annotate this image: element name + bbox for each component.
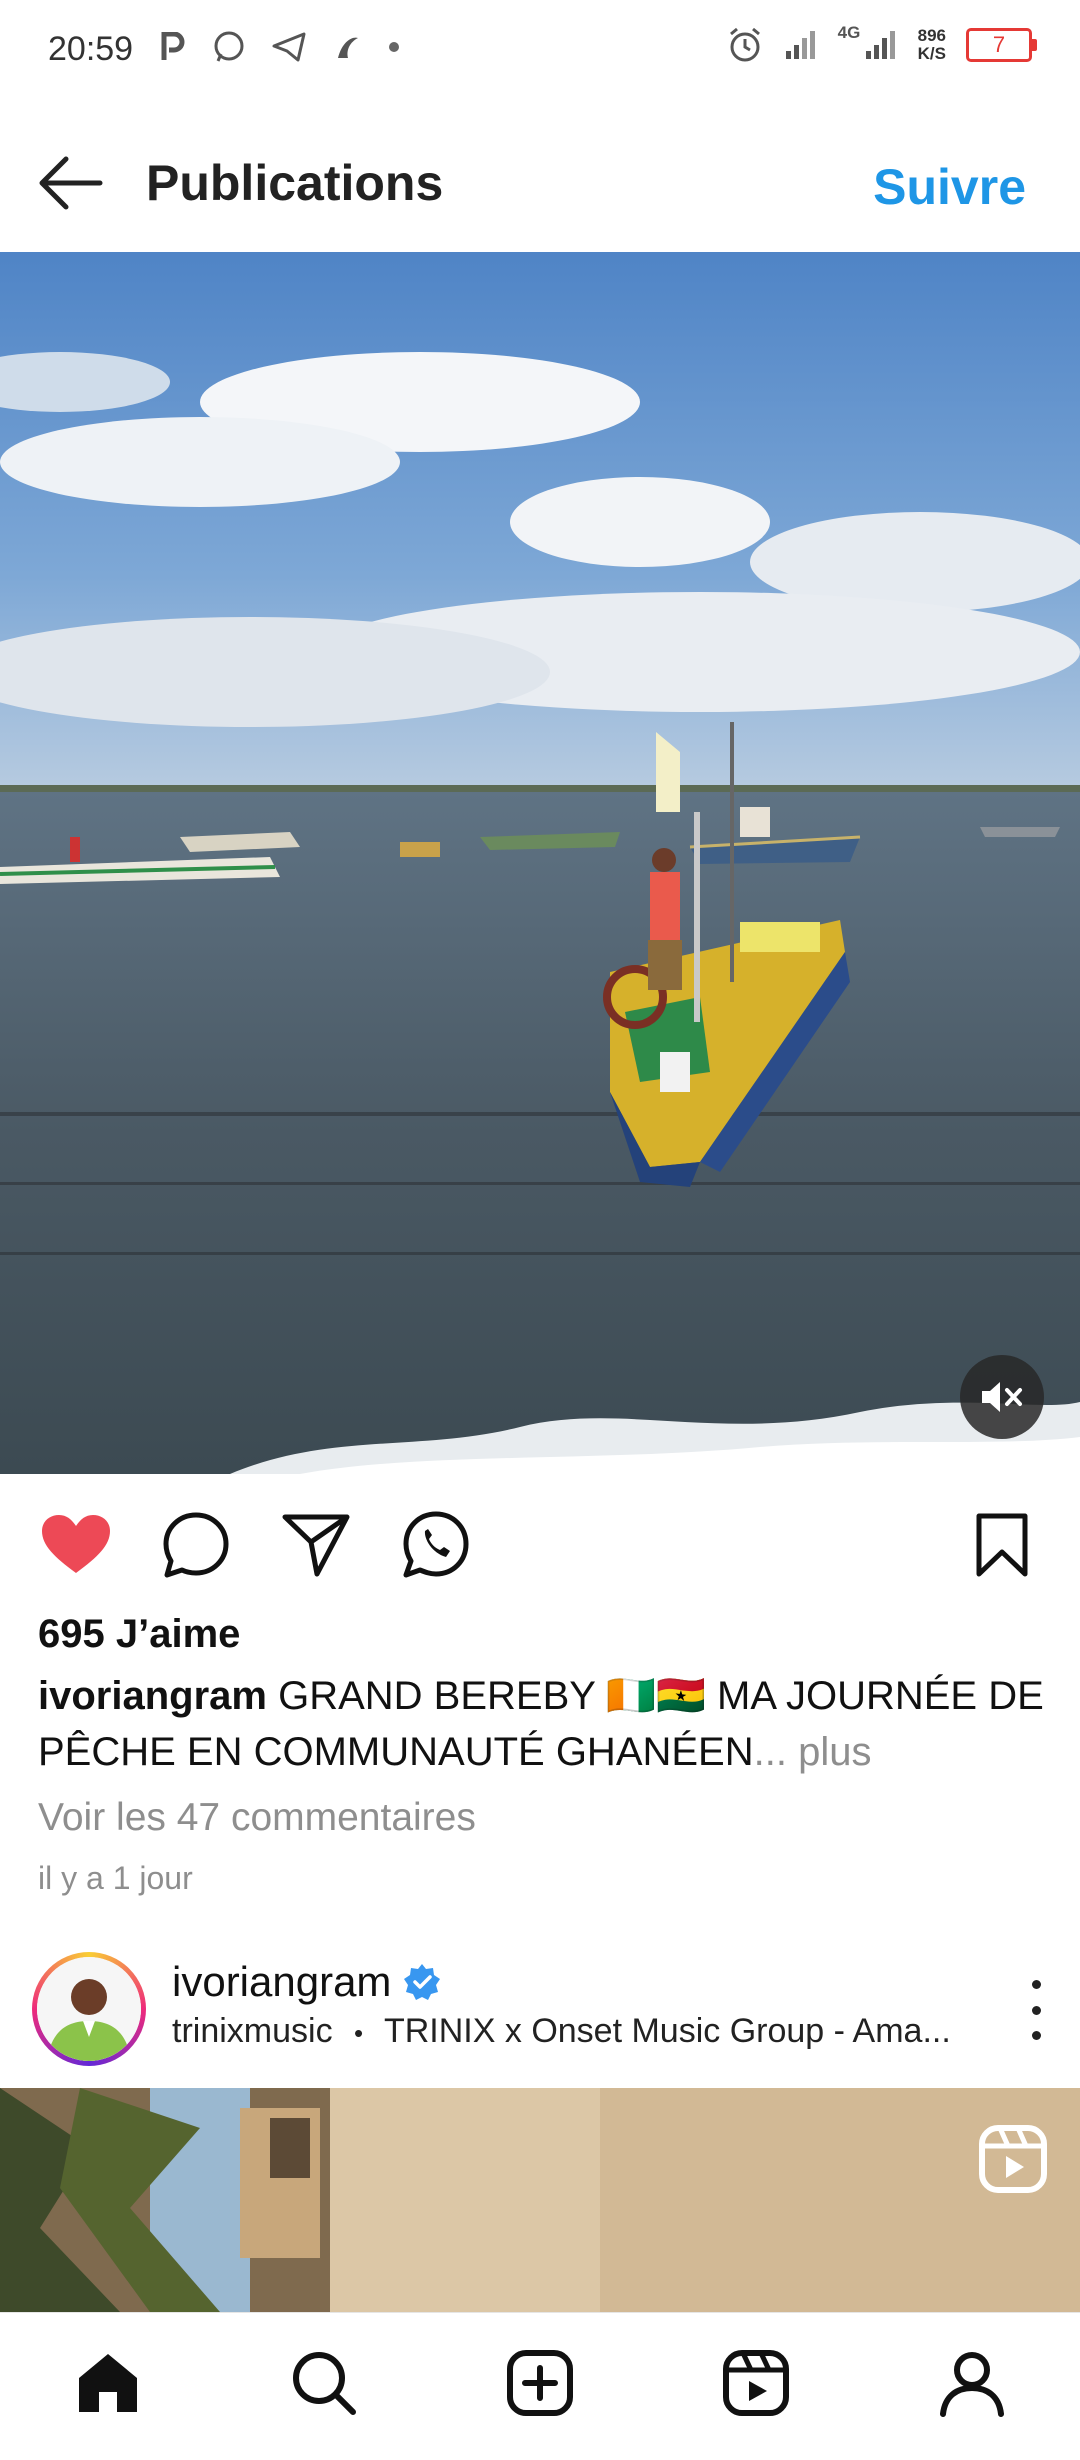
dot <box>1031 2031 1041 2040</box>
caption-more-link[interactable]: ... plus <box>754 1730 872 1774</box>
app-notification-icon <box>338 37 358 58</box>
system-icons: 4G 896 K/S 7 <box>726 23 1037 64</box>
comment-icon <box>163 1512 229 1578</box>
speed-value: 896 <box>917 26 946 45</box>
view-comments-link[interactable]: Voir les 47 commentaires <box>38 1796 476 1840</box>
mute-toggle-button[interactable] <box>960 1355 1044 1439</box>
battery-level: 7 <box>992 32 1006 57</box>
next-post-thumbnail <box>0 2088 1080 2312</box>
post-actions <box>0 1505 1080 1585</box>
reel-badge-icon <box>978 2124 1048 2194</box>
next-post-media[interactable] <box>0 2088 1080 2312</box>
page-title: Publications <box>146 155 444 211</box>
search-icon <box>293 2352 356 2415</box>
dot <box>1031 2005 1041 2015</box>
nav-profile[interactable] <box>932 2343 1012 2423</box>
post-video[interactable] <box>0 252 1080 1474</box>
post-date: il y a 1 jour <box>38 1860 193 1896</box>
status-bar: 20:59 4G 896 K/S 7 <box>0 0 1080 110</box>
more-notifications-dot <box>389 42 399 52</box>
signal-icon-1 <box>785 31 815 59</box>
verified-badge-icon <box>404 1964 441 2000</box>
bookmark-icon <box>976 1513 1028 1577</box>
next-post-username-row[interactable]: ivoriangram <box>172 1958 441 2006</box>
next-post-header: ivoriangram trinixmusic • TRINIX x Onset… <box>0 1940 1080 2090</box>
video-frame <box>0 252 1080 1474</box>
avatar-image <box>37 1957 141 2061</box>
subtitle-separator: • <box>354 2018 364 2048</box>
more-options-button[interactable] <box>1016 1980 1056 2040</box>
whatsapp-notification-icon <box>214 31 244 62</box>
telegram-icon <box>272 32 306 62</box>
notification-icons <box>160 30 400 64</box>
dot <box>1031 1980 1041 1989</box>
caption-username[interactable]: ivoriangram <box>38 1674 267 1718</box>
share-button[interactable] <box>276 1505 356 1585</box>
speed-unit: K/S <box>917 44 946 63</box>
nav-reels[interactable] <box>716 2343 796 2423</box>
speaker-muted-icon <box>982 1382 1022 1412</box>
nav-create[interactable] <box>500 2343 580 2423</box>
nav-home[interactable] <box>68 2343 148 2423</box>
likes-count[interactable]: 695 J’aime <box>38 1612 240 1657</box>
battery-icon: 7 <box>966 28 1037 62</box>
save-button[interactable] <box>962 1505 1042 1585</box>
network-speed: 896 K/S <box>918 27 946 63</box>
signal-4g: 4G <box>838 23 898 63</box>
subtitle-user[interactable]: trinixmusic <box>172 2012 333 2050</box>
subtitle-audio[interactable]: TRINIX x Onset Music Group - Ama... <box>384 2012 951 2050</box>
avatar[interactable] <box>32 1952 146 2066</box>
post-caption[interactable]: ivoriangram GRAND BEREBY 🇨🇮🇬🇭 MA JOURNÉE… <box>38 1668 1048 1780</box>
status-time: 20:59 <box>48 30 134 68</box>
next-post-subtitle[interactable]: trinixmusic • TRINIX x Onset Music Group… <box>172 2012 951 2051</box>
profile-icon <box>940 2352 1004 2417</box>
parking-icon <box>161 32 185 60</box>
nav-search[interactable] <box>284 2343 364 2423</box>
bottom-navigation <box>0 2312 1080 2460</box>
like-button[interactable] <box>36 1505 116 1585</box>
whatsapp-share-button[interactable] <box>396 1505 476 1585</box>
top-app-bar: Publications Suivre <box>0 110 1080 253</box>
next-post-username[interactable]: ivoriangram <box>172 1958 391 2006</box>
follow-button[interactable]: Suivre <box>873 158 1026 216</box>
alarm-icon <box>729 27 760 62</box>
send-icon <box>282 1514 350 1577</box>
heart-filled-icon <box>42 1515 110 1573</box>
whatsapp-icon <box>403 1511 469 1578</box>
back-arrow-icon <box>39 156 103 210</box>
create-icon <box>507 2350 573 2416</box>
back-button[interactable] <box>34 145 110 221</box>
reels-icon <box>723 2350 789 2416</box>
comment-button[interactable] <box>156 1505 236 1585</box>
network-type: 4G <box>837 23 861 42</box>
home-icon <box>79 2354 137 2412</box>
